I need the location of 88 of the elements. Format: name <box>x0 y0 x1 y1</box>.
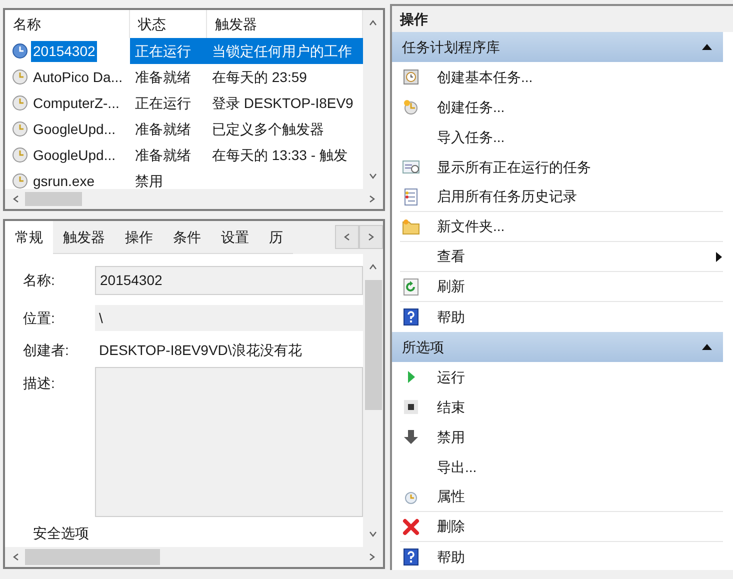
task-trigger: 在每天的 13:33 - 触发 <box>212 146 348 164</box>
task-trigger: 登录 DESKTOP-I8EV9 <box>212 94 354 112</box>
action-item[interactable]: 显示所有正在运行的任务 <box>400 152 723 182</box>
action-item[interactable]: 属性 <box>400 482 723 512</box>
scroll-down-icon[interactable] <box>368 171 378 181</box>
action-item[interactable]: 导入任务... <box>400 122 723 152</box>
clock-icon <box>12 43 28 59</box>
author-label: 创建者: <box>23 340 70 360</box>
task-status: 准备就绪 <box>134 68 192 86</box>
running-tasks-icon <box>402 158 420 176</box>
scroll-left-icon[interactable] <box>11 552 21 562</box>
section-header[interactable]: 任务计划程序库 <box>392 32 723 62</box>
tab[interactable]: 常规 <box>5 221 53 254</box>
task-row[interactable]: AutoPico Da... 准备就绪 在每天的 23:59 <box>5 64 363 90</box>
task-name: ComputerZ-... <box>32 94 120 113</box>
task-status: 正在运行 <box>134 94 192 112</box>
task-name: AutoPico Da... <box>32 68 124 86</box>
help-icon <box>402 308 420 326</box>
folder-icon <box>402 218 420 236</box>
actions-title: 操作 <box>392 6 733 32</box>
task-row[interactable]: GoogleUpd... 准备就绪 在每天的 13:33 - 触发 <box>5 142 363 168</box>
scroll-right-icon[interactable] <box>367 194 377 204</box>
scroll-up-icon[interactable] <box>368 262 378 272</box>
clock-icon <box>12 147 28 163</box>
action-item[interactable]: 运行 <box>400 362 723 392</box>
action-item[interactable]: 导出... <box>400 452 723 482</box>
task-row[interactable]: gsrun.exe 禁用 <box>5 168 363 189</box>
description-field[interactable] <box>95 367 363 517</box>
action-item[interactable]: 创建任务... <box>400 92 723 122</box>
clock-icon <box>12 173 28 189</box>
collapse-icon <box>701 343 713 351</box>
task-row[interactable]: 20154302 正在运行 当锁定任何用户的工作 <box>5 38 363 64</box>
task-status: 禁用 <box>134 172 164 189</box>
scrollbar-thumb[interactable] <box>25 192 82 206</box>
horizontal-scrollbar[interactable] <box>5 189 383 209</box>
vertical-scrollbar[interactable] <box>363 10 383 189</box>
name-field[interactable]: 20154302 <box>95 266 363 295</box>
history-list-icon <box>402 188 420 206</box>
tab-left-icon[interactable] <box>342 232 352 242</box>
action-item[interactable]: 删除 <box>400 512 723 542</box>
action-item[interactable]: 新文件夹... <box>400 212 723 242</box>
calendar-clock-icon <box>402 68 420 86</box>
action-item[interactable]: 查看 <box>400 242 723 272</box>
section-header[interactable]: 所选项 <box>392 332 723 362</box>
submenu-arrow-icon <box>715 250 723 262</box>
clock-star-icon <box>402 98 420 116</box>
action-item[interactable]: 刷新 <box>400 272 723 302</box>
action-item[interactable]: 结束 <box>400 392 723 422</box>
scrollbar-thumb[interactable] <box>25 549 160 565</box>
scroll-left-icon[interactable] <box>11 194 21 204</box>
action-item[interactable]: 启用所有任务历史记录 <box>400 182 723 212</box>
name-label: 名称: <box>23 271 56 290</box>
scroll-up-icon[interactable] <box>368 18 378 28</box>
task-trigger: 在每天的 23:59 <box>212 68 307 86</box>
author-value: DESKTOP-I8EV9VD\浪花没有花 <box>98 340 303 360</box>
action-item[interactable]: 帮助 <box>400 302 723 332</box>
stop-icon <box>402 398 420 416</box>
task-trigger: 当锁定任何用户的工作 <box>212 42 352 60</box>
column-header[interactable]: 名称 <box>5 10 130 38</box>
task-status: 正在运行 <box>130 38 207 64</box>
location-value: \ <box>95 305 363 331</box>
location-label: 位置: <box>23 308 56 328</box>
action-item[interactable]: 帮助 <box>400 542 723 570</box>
task-name: GoogleUpd... <box>32 120 116 139</box>
down-arrow-icon <box>402 428 420 446</box>
task-trigger: 已定义多个触发器 <box>212 120 324 138</box>
task-row[interactable]: ComputerZ-... 正在运行 登录 DESKTOP-I8EV9 <box>5 90 363 116</box>
refresh-icon <box>402 278 420 296</box>
description-label: 描述: <box>23 374 56 393</box>
task-row[interactable]: GoogleUpd... 准备就绪 已定义多个触发器 <box>5 116 363 142</box>
scroll-down-icon[interactable] <box>368 529 378 539</box>
clock-icon <box>12 69 28 85</box>
clock-icon <box>12 121 28 137</box>
action-item[interactable]: 禁用 <box>400 422 723 452</box>
clock-icon <box>12 95 28 111</box>
collapse-icon <box>701 43 713 51</box>
task-status: 准备就绪 <box>134 120 192 138</box>
delete-icon <box>402 518 420 536</box>
task-name: GoogleUpd... <box>32 146 116 165</box>
help-icon <box>402 548 420 566</box>
task-name: 20154302 <box>31 40 98 62</box>
action-item[interactable]: 创建基本任务... <box>400 62 723 92</box>
task-name: gsrun.exe <box>32 172 96 189</box>
task-status: 准备就绪 <box>134 146 192 164</box>
scroll-right-icon[interactable] <box>367 552 377 562</box>
scrollbar-thumb[interactable] <box>364 280 382 410</box>
security-options-label: 安全选项 <box>33 524 90 543</box>
tab-right-icon[interactable] <box>366 232 376 242</box>
